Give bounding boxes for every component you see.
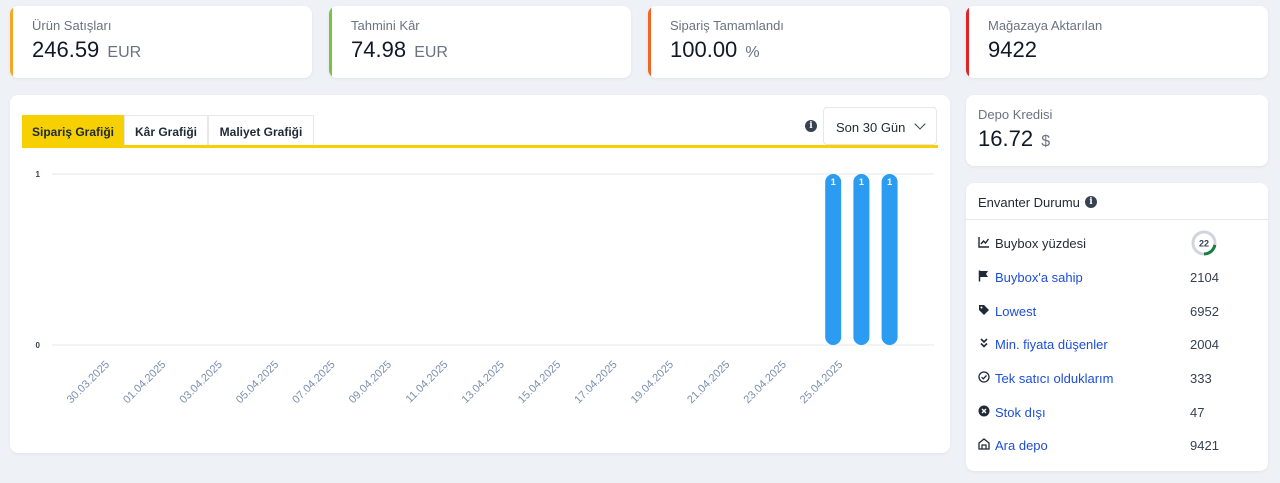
sole-seller-value: 333 [1190,371,1212,386]
buybox-percent-label: Buybox yüzdesi [995,236,1087,251]
y-tick-label: 1 [36,170,41,179]
stat-accent [966,6,969,78]
x-tick-label: 03.04.2025 [178,359,225,406]
depot-credit-unit: $ [1041,133,1051,150]
bar-data-label: 1 [887,177,892,187]
chart-bar [825,174,842,345]
inventory-header: Envanter Durumu i [966,183,1268,220]
order-chart: 0 1 30.03.2025 01.04.2025 03.04.2025 05.04.20… [36,170,934,406]
x-tick-label: 09.04.2025 [347,359,394,406]
chart-bar [881,174,898,345]
chart-card: Sipariş Grafiği Kâr Grafiği Maliyet Graf… [10,95,950,453]
inventory-status-card: Envanter Durumu i Buybox yüzdesi 22 Buyb… [966,183,1268,471]
stat-label: Ürün Satışları [32,18,112,33]
stat-unit: % [745,44,760,61]
stat-card-transferred-to-store: Mağazaya Aktarılan 9422 [966,6,1268,78]
stat-value: 74.98 EUR [351,37,448,62]
stat-accent [10,6,13,78]
x-tick-label: 17.04.2025 [572,359,619,406]
buybox-gauge-value: 22 [1199,239,1209,249]
buybox-gauge: 22 [1191,230,1217,256]
stat-unit: EUR [414,44,448,61]
stat-label: Sipariş Tamamlandı [670,18,784,33]
x-tick-label: 25.04.2025 [798,359,845,406]
chart-bar [853,174,870,345]
check-circle-icon [978,371,990,383]
intermediate-depot-label[interactable]: Ara depo [995,438,1048,453]
x-tick-label: 07.04.2025 [290,359,337,406]
buybox-owned-value: 2104 [1190,270,1219,285]
stat-accent [329,6,332,78]
stat-label: Tahmini Kâr [351,18,420,33]
inventory-row-out-of-stock[interactable]: Stok dışı 47 [978,403,1258,423]
flag-icon [978,270,988,282]
depot-credit-label: Depo Kredisi [978,107,1053,122]
x-tick-label: 15.04.2025 [516,359,563,406]
bar-data-label: 1 [831,177,836,187]
x-tick-label: 21.04.2025 [685,359,732,406]
y-tick-label: 0 [36,341,41,350]
stat-label: Mağazaya Aktarılan [988,18,1103,33]
x-tick-label: 19.04.2025 [629,359,676,406]
intermediate-depot-value: 9421 [1190,438,1219,453]
x-circle-icon [978,405,990,417]
out-of-stock-value: 47 [1190,405,1205,420]
x-tick-label: 13.04.2025 [460,359,507,406]
x-tick-label: 01.04.2025 [121,359,168,406]
inventory-row-buybox-percent: Buybox yüzdesi 22 [978,230,1258,256]
buybox-owned-label[interactable]: Buybox'a sahip [995,270,1083,285]
lowest-label[interactable]: Lowest [995,304,1036,319]
min-price-drops-value: 2004 [1190,337,1219,352]
min-price-drops-label[interactable]: Min. fiyata düşenler [995,337,1108,352]
inventory-title: Envanter Durumu [978,195,1080,210]
stat-accent [648,6,651,78]
x-tick-label: 05.04.2025 [234,359,281,406]
double-chevron-down-icon [980,338,988,348]
lowest-value: 6952 [1190,304,1219,319]
inventory-row-lowest[interactable]: Lowest 6952 [978,302,1258,322]
stat-value: 9422 [988,37,1037,62]
stat-value: 246.59 EUR [32,37,142,62]
x-tick-label: 30.03.2025 [65,359,112,406]
inventory-row-min-price-drops[interactable]: Min. fiyata düşenler 2004 [978,335,1258,355]
stat-card-product-sales: Ürün Satışları 246.59 EUR [10,6,312,78]
info-icon[interactable]: i [1085,196,1097,208]
warehouse-icon [978,438,990,450]
sole-seller-label[interactable]: Tek satıcı olduklarım [995,371,1114,386]
line-chart-icon [978,237,990,248]
stat-value: 100.00 % [670,37,760,62]
inventory-row-buybox-owned[interactable]: Buybox'a sahip 2104 [978,268,1258,288]
tag-icon [979,305,989,315]
depot-credit-card: Depo Kredisi 16.72 $ [966,95,1268,166]
x-tick-label: 23.04.2025 [742,359,789,406]
bar-data-label: 1 [859,177,864,187]
x-tick-label: 11.04.2025 [404,359,451,406]
stat-card-estimated-profit: Tahmini Kâr 74.98 EUR [329,6,631,78]
inventory-row-intermediate-depot[interactable]: Ara depo 9421 [978,436,1258,456]
out-of-stock-label[interactable]: Stok dışı [995,405,1046,420]
depot-credit-value: 16.72 $ [978,126,1051,151]
stat-card-orders-completed: Sipariş Tamamlandı 100.00 % [648,6,950,78]
stat-unit: EUR [107,44,142,61]
inventory-row-sole-seller[interactable]: Tek satıcı olduklarım 333 [978,369,1258,389]
